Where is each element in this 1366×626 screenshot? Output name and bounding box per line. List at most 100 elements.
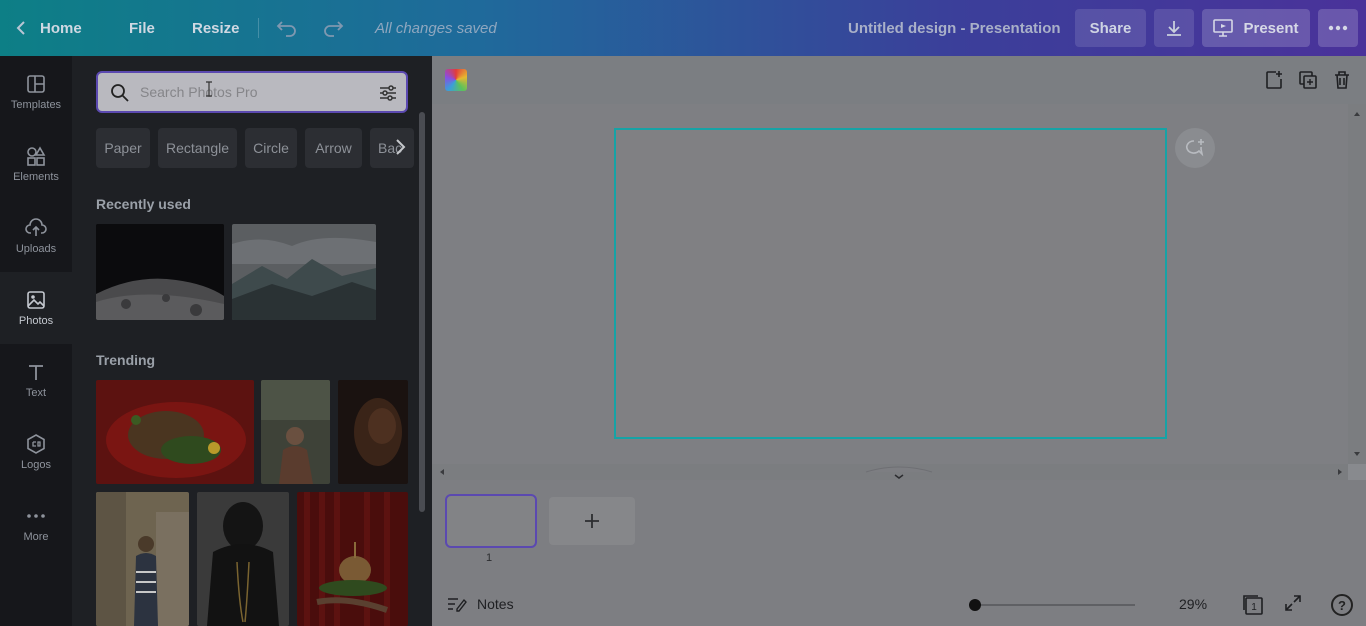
rail-label-templates: Templates <box>10 99 62 111</box>
photo-portrait-dark[interactable] <box>338 380 408 484</box>
zoom-slider-track[interactable] <box>975 604 1135 606</box>
chevron-right-icon[interactable] <box>394 138 406 156</box>
plus-icon <box>585 514 599 528</box>
rail-item-logos[interactable]: Logos <box>0 416 72 488</box>
suggestion-chips: Paper Rectangle Circle Arrow Bac <box>96 128 414 168</box>
mountains-image <box>232 224 376 320</box>
text-cursor-icon <box>206 81 212 97</box>
street-woman-image <box>96 492 189 626</box>
zoom-level[interactable]: 29% <box>1179 596 1207 612</box>
present-icon <box>1213 19 1234 37</box>
undo-icon <box>276 21 296 37</box>
rail-item-templates[interactable]: Templates <box>0 56 72 128</box>
notes-icon <box>448 598 467 612</box>
photo-mountains[interactable] <box>232 224 376 320</box>
photo-person-garden[interactable] <box>261 380 330 484</box>
rail-label-more: More <box>23 531 49 543</box>
photo-food-platter[interactable] <box>96 380 254 484</box>
editor-toolbar <box>432 56 1366 104</box>
text-icon <box>29 365 43 380</box>
editor-footer <box>432 584 1366 626</box>
rail-item-text[interactable]: Text <box>0 344 72 416</box>
rail-label-photos: Photos <box>18 315 54 327</box>
download-button[interactable] <box>1154 9 1194 47</box>
more-options-button[interactable] <box>1318 9 1358 47</box>
rail-label-uploads: Uploads <box>15 243 57 255</box>
design-page-canvas[interactable] <box>614 128 1167 439</box>
zoom-slider-handle[interactable] <box>969 599 981 611</box>
page-count-icon[interactable]: 1 <box>1242 594 1264 616</box>
undo-button[interactable] <box>276 0 298 56</box>
duplicate-page-icon[interactable] <box>1298 70 1318 90</box>
photo-street-woman[interactable] <box>96 492 189 626</box>
portrait-dark-image <box>338 380 408 484</box>
file-menu-button[interactable]: File <box>129 0 155 56</box>
notes-button[interactable]: Notes <box>447 596 514 612</box>
chevron-left-icon <box>16 21 25 35</box>
add-page-button[interactable] <box>549 497 635 545</box>
templates-icon <box>27 75 45 93</box>
page-thumbnail-number: 1 <box>486 552 493 564</box>
search-input[interactable] <box>140 82 360 102</box>
chip-rectangle[interactable]: Rectangle <box>158 128 237 168</box>
chip-circle[interactable]: Circle <box>245 128 297 168</box>
photos-panel: Paper Rectangle Circle Arrow Bac Recentl… <box>72 56 432 626</box>
horizontal-scrollbar[interactable] <box>432 464 1366 480</box>
home-button[interactable]: Home <box>16 0 82 56</box>
chip-background[interactable]: Bac <box>370 128 414 168</box>
photo-hooded-figure[interactable] <box>197 492 289 626</box>
page-thumbnail[interactable] <box>445 494 537 548</box>
chip-paper[interactable]: Paper <box>96 128 150 168</box>
add-page-icon[interactable] <box>1264 70 1284 90</box>
delete-page-icon[interactable] <box>1333 70 1351 90</box>
moon-surface-image <box>96 224 224 320</box>
recently-used-heading: Recently used <box>96 196 191 212</box>
side-nav-rail: Templates Elements Uploads Photos Text L… <box>0 56 72 626</box>
panel-scrollbar[interactable] <box>419 112 425 512</box>
fullscreen-icon[interactable] <box>1284 594 1302 612</box>
upload-icon <box>25 218 47 236</box>
filter-sliders-icon[interactable] <box>378 83 398 103</box>
notes-label: Notes <box>477 596 514 612</box>
design-title[interactable]: Untitled design - Presentation <box>848 0 1061 56</box>
rail-item-photos[interactable]: Photos <box>0 272 72 344</box>
share-label: Share <box>1089 19 1132 37</box>
rail-item-more[interactable]: More <box>0 488 72 560</box>
save-status: All changes saved <box>375 19 497 37</box>
more-dots-icon <box>27 514 45 518</box>
top-bar: Home File Resize All changes saved Untit… <box>0 0 1366 56</box>
rail-label-logos: Logos <box>21 459 51 471</box>
person-garden-image <box>261 380 330 484</box>
logos-icon <box>27 434 45 454</box>
resize-button[interactable]: Resize <box>192 0 240 56</box>
rail-item-elements[interactable]: Elements <box>0 128 72 200</box>
photo-moon-surface[interactable] <box>96 224 224 320</box>
rail-label-elements: Elements <box>13 171 59 183</box>
redo-button[interactable] <box>322 0 344 56</box>
more-horizontal-icon <box>1328 25 1348 31</box>
photo-basket-curtain[interactable] <box>297 492 408 626</box>
redo-icon <box>324 21 344 37</box>
download-icon <box>1167 21 1181 36</box>
present-button[interactable]: Present <box>1202 9 1310 47</box>
photo-search-box[interactable] <box>96 71 408 113</box>
add-comment-button[interactable] <box>1175 128 1215 168</box>
photos-icon <box>27 291 45 309</box>
home-label: Home <box>40 19 82 37</box>
share-button[interactable]: Share <box>1075 9 1146 47</box>
vertical-scrollbar[interactable] <box>1348 104 1366 464</box>
trending-heading: Trending <box>96 352 156 368</box>
rail-label-text: Text <box>25 387 47 399</box>
color-picker-swatch[interactable] <box>445 69 467 91</box>
search-icon <box>111 84 129 102</box>
chip-arrow[interactable]: Arrow <box>305 128 362 168</box>
basket-curtain-image <box>297 492 408 626</box>
help-button[interactable]: ? <box>1331 594 1353 616</box>
page-count-text: 1 <box>1251 602 1257 613</box>
file-label: File <box>129 19 155 37</box>
toolbar-divider <box>258 18 259 38</box>
elements-icon <box>27 146 46 166</box>
rail-item-uploads[interactable]: Uploads <box>0 200 72 272</box>
present-label: Present <box>1243 19 1299 37</box>
food-platter-image <box>96 380 254 484</box>
